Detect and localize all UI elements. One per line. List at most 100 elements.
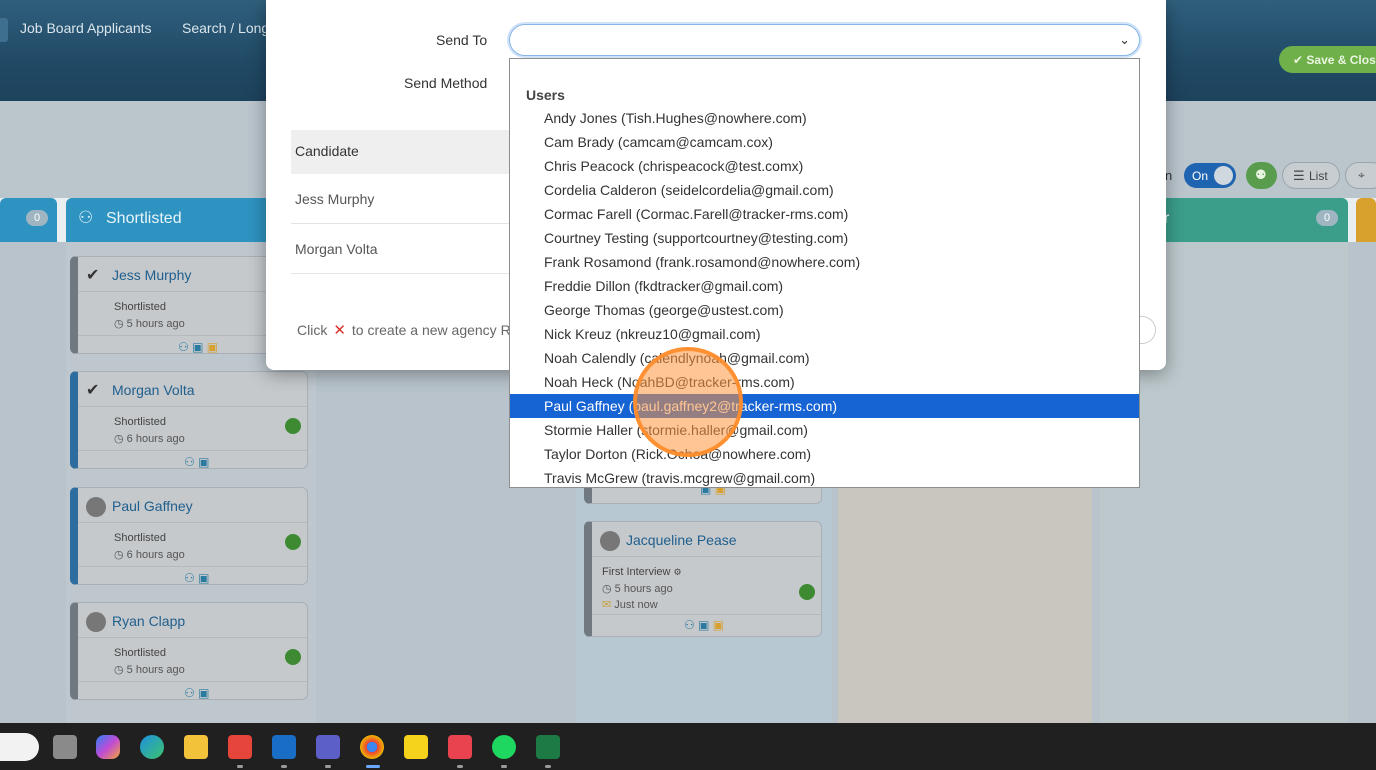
avatar bbox=[86, 497, 106, 517]
spotify-icon[interactable] bbox=[492, 735, 516, 759]
clock-icon: ◷ bbox=[114, 318, 127, 330]
dropdown-group-users: Users bbox=[526, 87, 565, 103]
dropdown-option[interactable]: Freddie Dillon (fkdtracker@gmail.com) bbox=[510, 274, 1139, 298]
dropdown-option[interactable]: Noah Calendly (calendlynoah@gmail.com) bbox=[510, 346, 1139, 370]
checkmark-icon: ✔ bbox=[86, 382, 100, 399]
chrome-icon[interactable] bbox=[360, 735, 384, 759]
running-indicator bbox=[457, 765, 463, 768]
dropdown-option[interactable]: Andy Jones (Tish.Hughes@nowhere.com) bbox=[510, 106, 1139, 130]
dropdown-option[interactable]: Cordelia Calderon (seidelcordelia@gmail.… bbox=[510, 178, 1139, 202]
candidate-status: First Interview ⚙ bbox=[602, 566, 682, 578]
close-icon[interactable]: ✕ bbox=[333, 322, 346, 339]
toolbar-label-fragment: n bbox=[1165, 168, 1173, 183]
candidate-name[interactable]: Paul Gaffney bbox=[112, 498, 193, 514]
running-indicator bbox=[237, 765, 243, 768]
dropdown-option-selected[interactable]: Paul Gaffney (paul.gaffney2@tracker-rms.… bbox=[510, 394, 1139, 418]
briefcase-icon[interactable]: ▣ bbox=[198, 571, 209, 585]
candidate-card[interactable]: Jacqueline Pease First Interview ⚙ ◷ 5 h… bbox=[584, 521, 822, 637]
candidate-time: ◷ 6 hours ago bbox=[114, 548, 185, 561]
send-to-select[interactable]: ⌄ bbox=[509, 24, 1140, 56]
dropdown-option[interactable]: Nick Kreuz (nkreuz10@gmail.com) bbox=[510, 322, 1139, 346]
table-header-candidate: Candidate bbox=[291, 130, 521, 174]
nav-search-long[interactable]: Search / Long bbox=[182, 20, 269, 36]
candidate-email-time-text: Just now bbox=[614, 599, 658, 611]
candidate-card[interactable]: ✔ Morgan Volta Shortlisted ◷ 6 hours ago… bbox=[70, 371, 308, 469]
clock-icon: ◷ bbox=[602, 583, 615, 595]
list-label: List bbox=[1309, 169, 1328, 183]
candidate-name[interactable]: Ryan Clapp bbox=[112, 613, 185, 629]
list-view-button[interactable]: ☰ List bbox=[1282, 162, 1340, 189]
briefcase-icon[interactable]: ▣ bbox=[698, 618, 709, 632]
user-filter-button[interactable]: ⚉ bbox=[1246, 162, 1277, 189]
copilot-icon[interactable] bbox=[96, 735, 120, 759]
dropdown-option[interactable]: Frank Rosamond (frank.rosamond@nowhere.c… bbox=[510, 250, 1139, 274]
divider bbox=[592, 556, 821, 557]
candidate-name[interactable]: Morgan Volta bbox=[112, 382, 195, 398]
view-toggle[interactable]: On bbox=[1184, 163, 1236, 188]
nav-job-board-applicants[interactable]: Job Board Applicants bbox=[20, 20, 152, 36]
send-to-dropdown[interactable]: Users Andy Jones (Tish.Hughes@nowhere.co… bbox=[509, 58, 1140, 488]
divider bbox=[78, 637, 307, 638]
candidate-name[interactable]: Jacqueline Pease bbox=[626, 532, 737, 548]
column-title: Shortlisted bbox=[106, 210, 182, 227]
dropdown-option[interactable]: Cormac Farell (Cormac.Farell@tracker-rms… bbox=[510, 202, 1139, 226]
dropdown-option[interactable]: Noah Heck (NoahBD@tracker-rms.com) bbox=[510, 370, 1139, 394]
nav-pill[interactable] bbox=[0, 18, 8, 42]
dropdown-option[interactable]: George Thomas (george@ustest.com) bbox=[510, 298, 1139, 322]
candidate-time-text: 5 hours ago bbox=[614, 583, 673, 595]
list-icon: ☰ bbox=[1293, 168, 1305, 183]
teams-icon[interactable] bbox=[316, 735, 340, 759]
status-dot bbox=[285, 649, 301, 665]
job-icon[interactable]: ▣ bbox=[713, 618, 724, 632]
contacts-icon[interactable]: ⚇ bbox=[684, 618, 695, 632]
candidate-time: ◷ 5 hours ago bbox=[602, 582, 673, 595]
job-icon[interactable]: ▣ bbox=[207, 340, 218, 354]
column-header-previous: 0 bbox=[0, 198, 57, 242]
dropdown-option[interactable]: Cam Brady (camcam@camcam.cox) bbox=[510, 130, 1139, 154]
candidate-card[interactable]: Paul Gaffney Shortlisted ◷ 6 hours ago ⚇… bbox=[70, 487, 308, 585]
status-dot bbox=[285, 534, 301, 550]
card-actions: ⚇ ▣ bbox=[184, 455, 209, 469]
status-dot bbox=[285, 418, 301, 434]
table-row: Morgan Volta bbox=[291, 224, 521, 274]
snagit-icon[interactable] bbox=[228, 735, 252, 759]
excel-icon[interactable] bbox=[536, 735, 560, 759]
hint-text-after: to create a new agency R bbox=[351, 322, 511, 338]
sticky-notes-icon[interactable] bbox=[404, 735, 428, 759]
dropdown-option[interactable]: Courtney Testing (supportcourtney@testin… bbox=[510, 226, 1139, 250]
contacts-icon[interactable]: ⚇ bbox=[184, 686, 195, 700]
app-icon[interactable] bbox=[448, 735, 472, 759]
dropdown-option[interactable]: Travis McGrew (travis.mcgrew@gmail.com) bbox=[510, 466, 1139, 490]
map-view-button[interactable]: ⌖ bbox=[1345, 162, 1376, 189]
status-dot bbox=[799, 584, 815, 600]
dropdown-option[interactable]: Chris Peacock (chrispeacock@test.comx) bbox=[510, 154, 1139, 178]
dropdown-option[interactable]: Stormie Haller (stormie.haller@gmail.com… bbox=[510, 418, 1139, 442]
dropdown-option[interactable]: Taylor Dorton (Rick.Ochoa@nowhere.com) bbox=[510, 442, 1139, 466]
chevron-down-icon: ⌄ bbox=[1119, 32, 1130, 47]
save-close-button[interactable]: ✔ Save & Close bbox=[1279, 46, 1376, 73]
column-count-badge: 0 bbox=[1316, 210, 1338, 226]
candidate-time-text: 6 hours ago bbox=[126, 549, 185, 561]
briefcase-icon[interactable]: ▣ bbox=[198, 455, 209, 469]
contacts-icon[interactable]: ⚇ bbox=[178, 340, 189, 354]
taskbar-search[interactable] bbox=[0, 733, 39, 761]
divider bbox=[78, 450, 307, 451]
outlook-icon[interactable] bbox=[272, 735, 296, 759]
candidate-card[interactable]: Ryan Clapp Shortlisted ◷ 5 hours ago ⚇ ▣ bbox=[70, 602, 308, 700]
column-header-next bbox=[1356, 198, 1376, 242]
briefcase-icon[interactable]: ▣ bbox=[192, 340, 203, 354]
file-explorer-icon[interactable] bbox=[184, 735, 208, 759]
agency-hint: Click ✕ to create a new agency R bbox=[297, 321, 511, 339]
edge-icon[interactable] bbox=[140, 735, 164, 759]
candidate-time-text: 5 hours ago bbox=[126, 664, 185, 676]
card-actions: ⚇ ▣ bbox=[184, 686, 209, 700]
candidate-name[interactable]: Jess Murphy bbox=[112, 267, 191, 283]
task-view-icon[interactable] bbox=[53, 735, 77, 759]
briefcase-icon[interactable]: ▣ bbox=[198, 686, 209, 700]
location-pin-icon: ⌖ bbox=[1358, 168, 1365, 182]
candidate-time: ◷ 5 hours ago bbox=[114, 317, 185, 330]
send-method-label: Send Method bbox=[404, 75, 488, 91]
contacts-icon[interactable]: ⚇ bbox=[184, 455, 195, 469]
candidate-status: Shortlisted bbox=[114, 301, 166, 313]
contacts-icon[interactable]: ⚇ bbox=[184, 571, 195, 585]
